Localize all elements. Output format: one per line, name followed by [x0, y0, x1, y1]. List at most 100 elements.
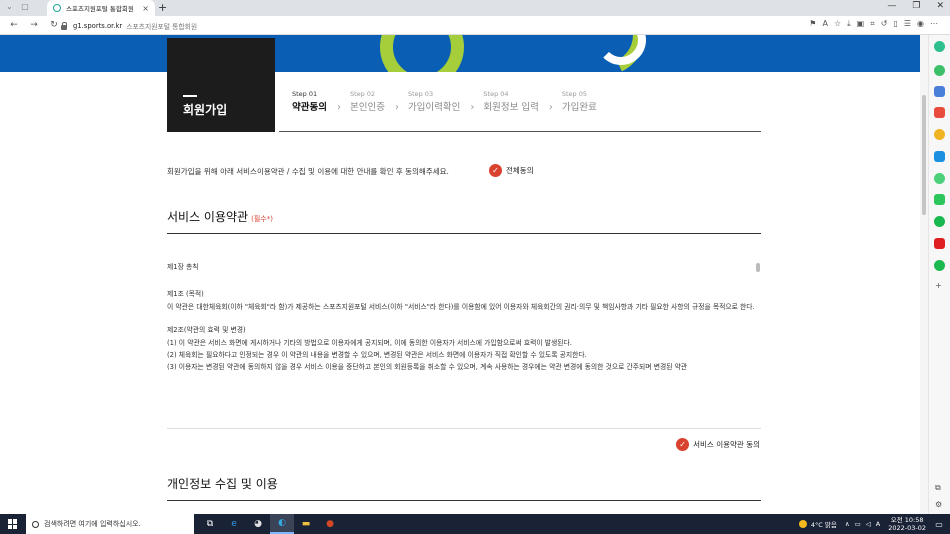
ie-icon[interactable]: e [222, 514, 246, 534]
new-tab-button[interactable]: + [158, 1, 167, 14]
edge-icon[interactable]: ◐ [270, 514, 294, 534]
terms-chapter: 제1장 총칙 [167, 263, 199, 271]
clock-time: 오전 10:58 [890, 516, 924, 524]
article-2-item: (3) 이용자는 변경된 약관에 동의하지 않을 경우 서비스 이용을 중단하고… [167, 363, 688, 372]
powerpoint-icon[interactable]: ● [318, 514, 342, 534]
settings-icon[interactable]: ⚙ [935, 500, 942, 509]
article-1-body: 이 약관은 대한체육회(이하 "체육회"라 함)가 제공하는 스포츠지원포털 서… [167, 302, 755, 311]
url-text: g1.sports.or.kr [73, 21, 123, 30]
check-icon: ✓ [489, 164, 502, 177]
scrollbar-thumb[interactable] [922, 95, 926, 215]
taskbar-search[interactable]: 검색하려면 여기에 입력하십시오. [26, 514, 194, 534]
sidebar-app-icon[interactable] [934, 129, 945, 140]
step-number: Step 01 [292, 90, 318, 98]
browser-tab-strip: ⌄ ▢ 스포츠지원포털 통합회원 × + — ❐ ✕ [0, 0, 950, 16]
volume-icon[interactable]: ◁ [866, 520, 871, 528]
weather-text[interactable]: 4°C 맑음 [811, 519, 837, 529]
url-page-title: 스포츠지원포털 통합회원 [126, 22, 198, 31]
favorite-icon[interactable]: ☆ [834, 19, 841, 29]
sidebar-app-icon[interactable] [934, 151, 945, 162]
chevron-right-icon: › [548, 102, 553, 113]
sidebar-app-icon[interactable] [934, 173, 945, 184]
file-explorer-icon[interactable]: ▬ [294, 514, 318, 534]
tab-controls[interactable]: ⌄ ▢ [6, 2, 32, 11]
more-icon[interactable]: ⋯ [930, 19, 938, 29]
windows-taskbar: 검색하려면 여기에 입력하십시오. ⧉ e ◕ ◐ ▬ ● 4°C 맑음 ∧ ▭… [0, 514, 950, 534]
agree-all-checkbox[interactable]: ✓ 전체동의 [489, 164, 534, 177]
sidebar-app-icon[interactable] [934, 65, 945, 76]
toolbar-icons: ⚑ A ☆ ⤓ ▣ ⌗ ↺ ▯ ☰ ◉ ⋯ [809, 19, 938, 29]
forward-icon[interactable]: → [28, 20, 40, 30]
signup-heading-box: 회원가입 [167, 38, 275, 132]
network-icon[interactable]: ▭ [855, 520, 861, 528]
split-view-icon[interactable]: ▯ [893, 19, 897, 29]
task-view-icon[interactable]: ⧉ [198, 514, 222, 534]
article-2-item: (2) 체육회는 필요하다고 인정되는 경우 이 약관의 내용을 변경할 수 있… [167, 351, 587, 360]
step-number: Step 03 [407, 90, 434, 98]
app-icon[interactable]: ◕ [246, 514, 270, 534]
favorites-bar-icon[interactable]: ☰ [904, 19, 911, 29]
sidebar-app-icon[interactable] [934, 194, 945, 205]
system-tray: 4°C 맑음 ∧ ▭ ◁ A 오전 10:58 2022-03-02 ▭ [798, 514, 950, 534]
terms-section-title: 서비스 이용약관 (필수*) [167, 208, 273, 225]
step-name: 가입이력확인 [407, 102, 461, 113]
screenshot-icon[interactable]: ⌗ [870, 19, 875, 29]
search-icon [32, 520, 39, 528]
sidebar-app-icon[interactable] [934, 107, 945, 118]
address-bar: ← → ↻ g1.sports.or.kr 스포츠지원포털 통합회원 ⚑ A ☆… [0, 16, 950, 35]
terms-scrollbar[interactable] [756, 263, 760, 272]
history-icon[interactable]: ↺ [881, 19, 888, 29]
browser-tab[interactable]: 스포츠지원포털 통합회원 × [47, 0, 155, 16]
tab-close-icon[interactable]: × [142, 4, 149, 13]
chevron-right-icon: › [394, 102, 399, 113]
step-number: Step 05 [561, 90, 587, 98]
translate-icon[interactable]: ⚑ [809, 19, 816, 29]
download-icon[interactable]: ⤓ [847, 19, 851, 29]
signup-title: 회원가입 [183, 103, 228, 117]
section-divider [167, 233, 761, 234]
close-window-icon[interactable]: ✕ [936, 1, 944, 11]
tray-expand-icon[interactable]: ∧ [845, 520, 850, 528]
sidebar-app-icon[interactable] [934, 86, 945, 97]
step-name: 가입완료 [561, 102, 597, 113]
sidebar-app-icon[interactable] [934, 216, 945, 227]
profile-icon[interactable]: ◉ [917, 19, 924, 29]
step-number: Step 04 [483, 90, 509, 98]
collections-icon[interactable]: ▣ [857, 19, 865, 29]
step-name: 본인인증 [349, 102, 385, 113]
heading-accent-bar [183, 95, 197, 97]
edge-sidebar: + ⧉ ⚙ [928, 35, 950, 514]
step-5: Step 05 가입완료 [562, 90, 597, 113]
terms-bottom-divider [167, 428, 761, 429]
tab-title: 스포츠지원포털 통합회원 [66, 5, 134, 13]
banner-decoration [380, 35, 464, 72]
windows-start-icon[interactable] [8, 519, 18, 529]
agree-terms-label: 서비스 이용약관 동의 [693, 440, 760, 449]
read-aloud-icon[interactable]: A [822, 19, 827, 29]
lock-icon[interactable] [60, 21, 68, 30]
sidebar-app-icon[interactable] [934, 238, 945, 249]
intro-text: 회원가입을 위해 아래 서비스이용약관 / 수집 및 이용에 대한 안내를 확인… [167, 167, 449, 176]
back-icon[interactable]: ← [8, 20, 20, 30]
open-external-icon[interactable]: ⧉ [935, 483, 941, 493]
chevron-right-icon: › [336, 102, 341, 113]
page-scrollbar[interactable] [920, 35, 928, 514]
chevron-right-icon: › [470, 102, 475, 113]
terms-title: 서비스 이용약관 [167, 210, 249, 224]
minimize-icon[interactable]: — [887, 1, 896, 11]
section-divider [167, 500, 761, 501]
window-controls: — ❐ ✕ [887, 1, 944, 11]
agree-terms-checkbox[interactable]: ✓ 서비스 이용약관 동의 [676, 438, 760, 451]
clock[interactable]: 오전 10:58 2022-03-02 [888, 516, 926, 532]
url-field[interactable]: g1.sports.or.kr 스포츠지원포털 통합회원 [60, 18, 835, 33]
terms-content[interactable]: 제1장 총칙 제1조 (목적) 이 약관은 대한체육회(이하 "체육회"라 함)… [167, 261, 761, 421]
notification-icon[interactable]: ▭ [932, 520, 946, 529]
sidebar-app-icon[interactable] [934, 41, 945, 52]
sidebar-app-icon[interactable] [934, 260, 945, 271]
ime-icon[interactable]: A [876, 520, 880, 528]
reload-icon[interactable]: ↻ [48, 20, 60, 30]
add-icon[interactable]: + [935, 281, 942, 290]
restore-icon[interactable]: ❐ [912, 1, 920, 11]
taskbar-search-placeholder: 검색하려면 여기에 입력하십시오. [44, 520, 141, 528]
agree-all-label: 전체동의 [506, 166, 534, 175]
